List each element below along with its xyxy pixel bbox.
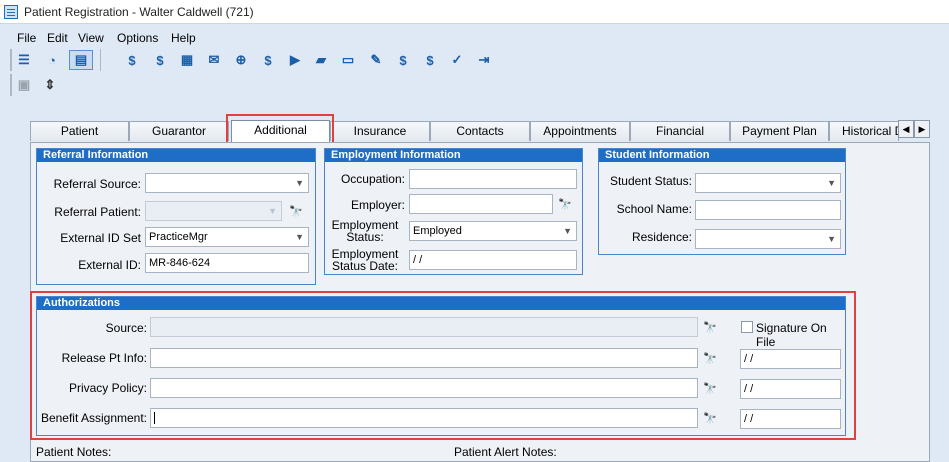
secondary-toolbar: ▣ ⇕ [10,74,70,96]
chevron-down-icon: ▼ [827,234,836,244]
exit-icon[interactable]: ⇥ [474,50,494,70]
statement-dollar-icon[interactable]: $ [393,50,413,70]
dollar-icon[interactable]: $ [122,50,142,70]
school-name-input[interactable] [695,200,841,220]
calculator-icon[interactable]: ▦ [177,50,197,70]
highlight-authorizations [30,291,856,440]
tab-payment-plan[interactable]: Payment Plan [730,121,829,141]
employment-status-date-input[interactable]: / / [409,250,577,270]
employment-status-select[interactable]: Employed ▼ [409,221,577,241]
tab-insurance[interactable]: Insurance [330,121,430,141]
menu-edit[interactable]: Edit [47,31,68,45]
document-icon[interactable]: ▭ [338,50,358,70]
window-title: Patient Registration - Walter Caldwell (… [24,5,254,19]
referral-source-label: Referral Source: [53,177,141,191]
chevron-down-icon: ▼ [295,232,304,242]
patient-notes-label: Patient Notes: [36,445,112,459]
adjust-icon[interactable]: ⇕ [40,75,60,95]
tab-scroll-left-icon[interactable]: ◀ [898,120,914,138]
student-info-group: Student Information Student Status: ▼ Sc… [598,148,846,255]
main-toolbar: ☰ ◔ ▤ $ $ ▦ ✉ ⊕ $ ▶ ▰ ▭ ✎ $ $ ✓ ⇥ [10,49,500,71]
employer-input[interactable] [409,194,553,214]
student-status-select[interactable]: ▼ [695,173,841,193]
chart-dollar-icon[interactable]: $ [420,50,440,70]
tab-financial[interactable]: Financial [630,121,730,141]
employment-info-heading: Employment Information [325,149,582,162]
menu-help[interactable]: Help [171,31,196,45]
binoculars-icon[interactable]: 🔭 [556,195,574,213]
wrench-icon[interactable]: ✎ [366,50,386,70]
ledger-dollar-icon[interactable]: $ [150,50,170,70]
school-name-label: School Name: [616,202,692,216]
tab-strip: Patient Guarantor Additional Insurance C… [30,120,930,142]
menu-bar: File Edit View Options Help [0,28,949,48]
referral-patient-label: Referral Patient: [54,205,141,219]
employment-status-date-label: Employment Status Date: [331,247,399,273]
referral-info-group: Referral Information Referral Source: ▼ … [36,148,316,285]
binoculars-icon[interactable]: 🔭 [287,202,305,220]
tab-patient[interactable]: Patient [30,121,129,141]
chevron-down-icon: ▼ [827,178,836,188]
residence-label: Residence: [631,230,692,244]
payment-icon[interactable]: ✉ [204,50,224,70]
money-bag-icon[interactable]: $ [258,50,278,70]
folder-open-icon[interactable]: ▰ [311,50,331,70]
details-icon[interactable]: ▤ [69,50,93,70]
chevron-down-icon: ▼ [268,206,277,216]
menu-file[interactable]: File [17,31,36,45]
tab-scroll-right-icon[interactable]: ▶ [914,120,930,138]
student-info-heading: Student Information [599,149,845,162]
external-id-label: External ID: [78,258,141,272]
external-id-input[interactable]: MR-846-624 [145,253,309,273]
employer-label: Employer: [350,198,405,212]
chevron-down-icon: ▼ [295,178,304,188]
menu-view[interactable]: View [78,31,104,45]
print-preview-icon[interactable]: ▣ [14,75,34,95]
checklist-icon[interactable]: ✓ [447,50,467,70]
referral-patient-select: ▼ [145,201,282,221]
occupation-label: Occupation: [340,172,405,186]
employment-info-group: Employment Information Occupation: Emplo… [324,148,583,275]
list-icon[interactable]: ☰ [14,50,34,70]
menu-options[interactable]: Options [117,31,158,45]
referral-source-select[interactable]: ▼ [145,173,309,193]
occupation-input[interactable] [409,169,577,189]
external-id-set-label: External ID Set [60,231,141,245]
referral-info-heading: Referral Information [37,149,315,162]
student-status-label: Student Status: [609,174,692,188]
app-icon [4,5,18,19]
chevron-down-icon: ▼ [563,226,572,236]
folder-forward-icon[interactable]: ▶ [285,50,305,70]
tab-appointments[interactable]: Appointments [530,121,630,141]
employment-status-label: Employment Status: [331,218,399,244]
stopwatch-icon[interactable]: ◔ [42,50,62,70]
patient-alert-notes-label: Patient Alert Notes: [454,445,557,459]
residence-select[interactable]: ▼ [695,229,841,249]
external-id-set-select[interactable]: PracticeMgr ▼ [145,227,309,247]
tab-historical[interactable]: Historical D [829,121,899,141]
search-money-icon[interactable]: ⊕ [231,50,251,70]
title-bar: Patient Registration - Walter Caldwell (… [0,0,949,24]
tab-contacts[interactable]: Contacts [430,121,530,141]
tab-guarantor[interactable]: Guarantor [129,121,229,141]
